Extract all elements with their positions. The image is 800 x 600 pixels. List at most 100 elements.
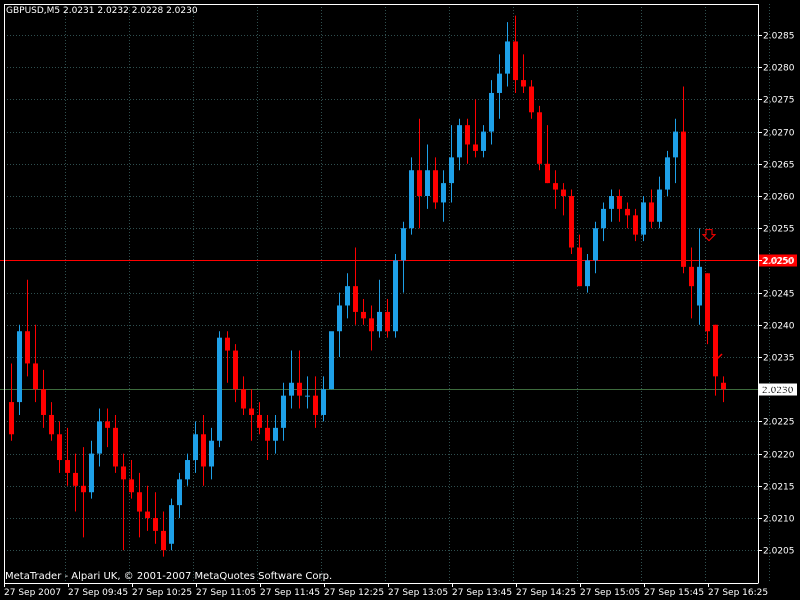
y-tick-label: 2.0280 — [763, 64, 795, 74]
y-tick-label: 2.0260 — [763, 193, 795, 203]
candle-body — [297, 382, 302, 396]
chart-footer-copyright: MetaTrader - Alpari UK, © 2001-2007 Meta… — [5, 571, 332, 582]
candle-body — [585, 260, 590, 287]
candle-body — [265, 427, 270, 441]
candle-body — [537, 112, 542, 164]
y-tick-label: 2.0230 — [763, 386, 795, 396]
candle-body — [289, 382, 294, 396]
candle-body — [281, 395, 286, 428]
candle-body — [657, 189, 662, 222]
candle-body — [337, 305, 342, 332]
candle-body — [601, 208, 606, 229]
candle-body — [649, 202, 654, 222]
candle-body — [345, 286, 350, 306]
candle-body — [145, 511, 150, 518]
candle-body — [513, 41, 518, 81]
candle-body — [153, 518, 158, 531]
horizontal-lines-layer: 2.0250 2.0230 — [0, 254, 797, 396]
y-tick-label: 2.0235 — [763, 354, 795, 364]
candle-body — [81, 485, 86, 493]
candle-body — [17, 331, 22, 403]
candle-body — [681, 131, 686, 267]
candle-body — [673, 131, 678, 158]
candle-body — [185, 460, 190, 480]
candle-body — [697, 266, 702, 306]
candle-body — [161, 530, 166, 551]
candle-body — [545, 163, 550, 184]
x-tick-label: 27 Sep 15:05 — [580, 588, 640, 598]
sell-arrow-icon — [701, 229, 717, 242]
y-tick-label: 2.0220 — [763, 451, 795, 461]
candle-body — [201, 434, 206, 467]
candle-body — [561, 189, 566, 196]
candle-body — [217, 337, 222, 441]
candle-body — [593, 228, 598, 261]
candle-body — [361, 311, 366, 319]
candle-body — [625, 208, 630, 216]
x-tick-label: 27 Sep 15:45 — [644, 588, 704, 598]
candle-body — [193, 434, 198, 461]
candle-body — [137, 492, 142, 512]
x-tick-label: 27 Sep 13:45 — [452, 588, 512, 598]
candle-body — [305, 395, 310, 397]
candle-body — [25, 331, 30, 364]
y-tick-label: 2.0225 — [763, 418, 795, 428]
candle-body — [113, 427, 118, 467]
candle-body — [321, 389, 326, 415]
candle-body — [97, 421, 102, 454]
candle-body — [209, 440, 214, 467]
candle-body — [257, 414, 262, 428]
candle-body — [521, 80, 526, 87]
candle-body — [449, 157, 454, 184]
candle-body — [425, 170, 430, 196]
candle-body — [41, 389, 46, 415]
candle-body — [641, 202, 646, 235]
candle-body — [401, 228, 406, 261]
candle-body — [417, 170, 422, 196]
candle-body — [105, 421, 110, 428]
candle-body — [241, 389, 246, 409]
candle-body — [73, 472, 78, 486]
candle-body — [329, 331, 334, 390]
candle-body — [409, 170, 414, 229]
candle-body — [233, 350, 238, 390]
candle-body — [393, 260, 398, 332]
candle-body — [465, 125, 470, 145]
candle-body — [225, 337, 230, 351]
x-tick-label: 27 Sep 12:25 — [324, 588, 384, 598]
candle-body — [441, 183, 446, 203]
x-tick-label: 27 Sep 09:45 — [68, 588, 128, 598]
candle-body — [169, 505, 174, 544]
candle-body — [617, 196, 622, 209]
y-tick-label: 2.0285 — [763, 32, 795, 42]
y-tick-label: 2.0215 — [763, 483, 795, 493]
candle-body — [65, 460, 70, 473]
candle-body — [721, 382, 726, 390]
candle-body — [665, 157, 670, 190]
x-tick-label: 27 Sep 11:05 — [196, 588, 256, 598]
y-tick-label: 2.0255 — [763, 225, 795, 235]
grid-layer — [4, 4, 770, 583]
x-tick-label: 27 Sep 14:25 — [516, 588, 576, 598]
candle-body — [353, 286, 358, 312]
candle-body — [433, 170, 438, 203]
candle-body — [633, 215, 638, 235]
chart-canvas[interactable]: 2.02502.0230 2.02852.02802.02752.02702.0… — [0, 0, 800, 600]
candle-body — [129, 479, 134, 493]
candle-body — [489, 92, 494, 132]
candle-body — [377, 311, 382, 332]
candle-body — [121, 466, 126, 480]
candles-layer — [9, 15, 726, 557]
candle-body — [569, 196, 574, 248]
candle-body — [385, 311, 390, 332]
y-tick-label: 2.0205 — [763, 547, 795, 557]
candle-body — [497, 73, 502, 93]
candle-body — [273, 427, 278, 441]
candle-body — [505, 41, 510, 74]
y-tick-label: 2.0250 — [763, 257, 795, 267]
y-tick-label: 2.0275 — [763, 96, 795, 106]
x-tick-label: 27 Sep 10:25 — [132, 588, 192, 598]
axes-layer: 2.0285 2.0280 2.0275 2.0270 2.0265 2.0260 2.02… — [4, 4, 795, 598]
candle-body — [313, 395, 318, 415]
candle-body — [57, 434, 62, 461]
